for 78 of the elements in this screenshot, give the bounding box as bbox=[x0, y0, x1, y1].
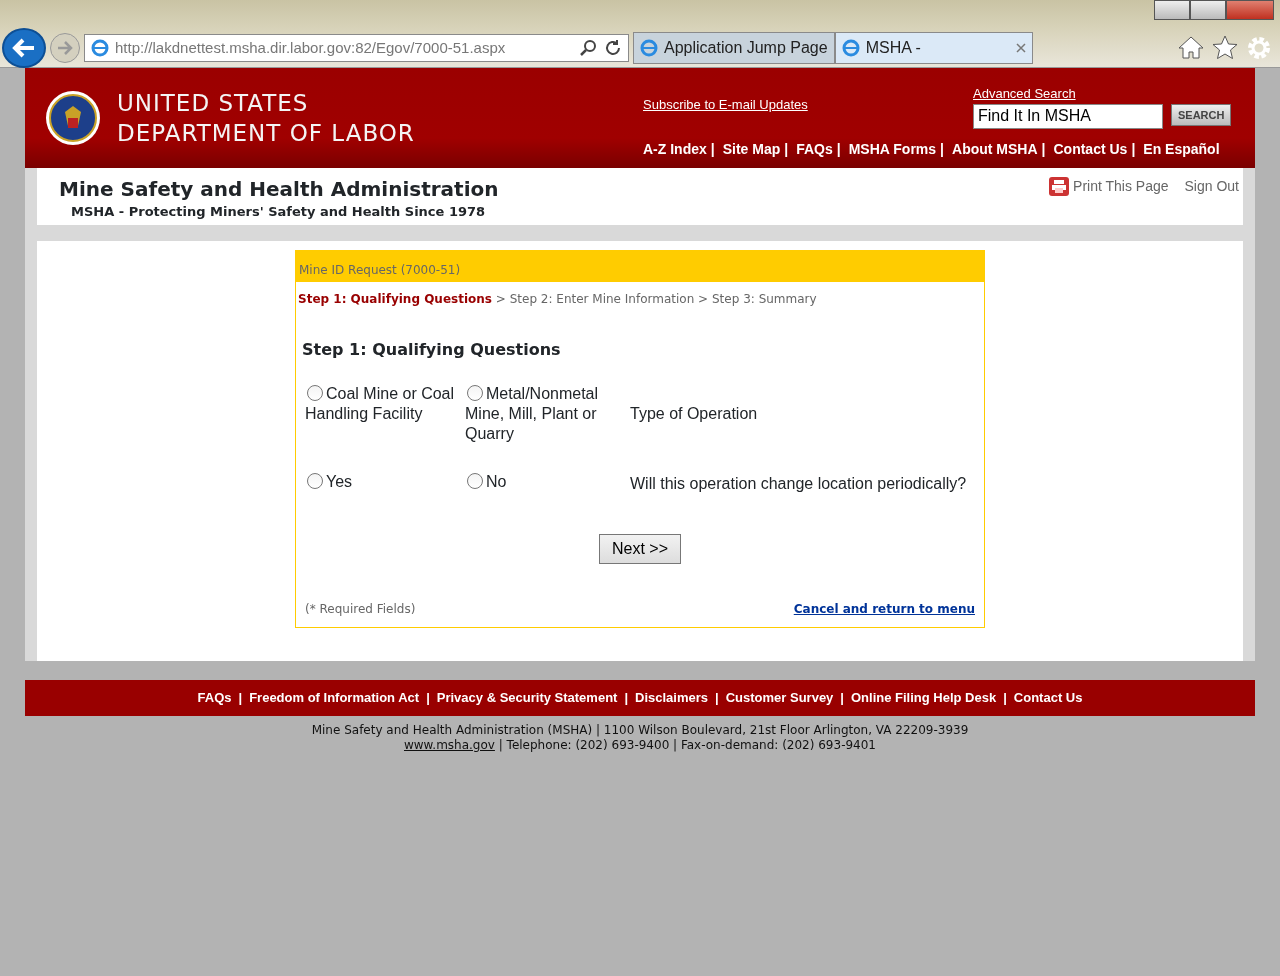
nav-link[interactable]: A-Z Index bbox=[643, 139, 707, 160]
refresh-icon[interactable] bbox=[604, 39, 622, 57]
nav-link[interactable]: Site Map bbox=[722, 139, 781, 160]
subscribe-link[interactable]: Subscribe to E-mail Updates bbox=[643, 97, 808, 112]
footer-link[interactable]: Disclaimers bbox=[635, 688, 709, 708]
nav-link[interactable]: Contact Us bbox=[1053, 139, 1128, 160]
separator: | bbox=[710, 140, 715, 159]
radio-option[interactable]: No bbox=[465, 472, 630, 496]
separator: | bbox=[238, 689, 243, 708]
footer-link[interactable]: FAQs bbox=[197, 688, 232, 708]
browser-logo-icon bbox=[91, 39, 109, 57]
search-field[interactable]: Find It In MSHA bbox=[973, 103, 1163, 129]
separator: | bbox=[426, 689, 430, 708]
close-tab-icon[interactable] bbox=[1015, 43, 1026, 53]
radio-button[interactable] bbox=[307, 473, 323, 489]
address-bar[interactable]: http://lakdnettest.msha.dir.labor.gov:82/Egov/7000-51.aspx bbox=[84, 34, 629, 62]
website-link[interactable]: www.msha.gov bbox=[404, 738, 495, 752]
print-link[interactable]: Print This Page bbox=[1073, 176, 1169, 197]
radio-option[interactable]: Metal/Nonmetal Mine, Mill, Plant or Quarry bbox=[465, 384, 630, 444]
agency-title: Mine Safety and Health Administration bbox=[59, 176, 500, 202]
back-button[interactable] bbox=[2, 28, 46, 68]
footer-link[interactable]: Freedom of Information Act bbox=[249, 688, 420, 708]
step-separator: > bbox=[698, 292, 709, 306]
section-heading: Step 1: Qualifying Questions bbox=[302, 339, 562, 361]
separator: | bbox=[940, 140, 944, 159]
step-separator: > bbox=[495, 292, 506, 306]
cancel-link[interactable]: Cancel and return to menu bbox=[793, 600, 975, 618]
printer-icon[interactable] bbox=[1049, 177, 1070, 196]
search-button[interactable]: SEARCH bbox=[1171, 103, 1232, 126]
browser-tab[interactable]: Application Jump Page bbox=[633, 32, 835, 64]
separator: | bbox=[624, 689, 629, 708]
advanced-search-link[interactable]: Advanced Search bbox=[973, 84, 1232, 104]
radio-option[interactable]: Yes bbox=[305, 472, 465, 496]
next-button[interactable]: Next >> bbox=[599, 534, 681, 564]
separator: | bbox=[784, 140, 789, 159]
step-label: Step 1: Qualifying Questions bbox=[298, 292, 492, 306]
agency-name: UNITED STATES bbox=[117, 89, 310, 118]
close-button[interactable] bbox=[1226, 0, 1274, 20]
address-text: http://lakdnettest.msha.dir.labor.gov:82/Egov/7000-51.aspx bbox=[115, 37, 507, 58]
agency-name: DEPARTMENT OF LABOR bbox=[117, 119, 415, 148]
nav-link[interactable]: About MSHA bbox=[952, 139, 1038, 160]
restore-button[interactable] bbox=[1190, 0, 1226, 20]
separator: | bbox=[1041, 140, 1046, 159]
sign-out-link[interactable]: Sign Out bbox=[1184, 176, 1239, 197]
browser-logo-icon bbox=[841, 39, 860, 57]
separator: | bbox=[840, 689, 844, 708]
footer-link[interactable]: Online Filing Help Desk bbox=[851, 688, 997, 708]
browser-logo-icon bbox=[640, 39, 658, 57]
browser-tab[interactable]: MSHA - bbox=[834, 32, 1033, 64]
search-icon[interactable] bbox=[580, 39, 598, 57]
radio-option[interactable]: Coal Mine or Coal Handling Facility bbox=[305, 384, 465, 444]
question-label: Type of Operation bbox=[630, 404, 759, 424]
footer-link[interactable]: Contact Us bbox=[1013, 688, 1083, 708]
address-text: Mine Safety and Health Administration (MSHA) | 1100 Wilson Boulevard, 21st Floor Arlington, VA 22209-3939 bbox=[310, 723, 970, 738]
separator: | bbox=[1131, 140, 1136, 159]
nav-link[interactable]: En Español bbox=[1143, 139, 1220, 160]
separator: | bbox=[1003, 689, 1007, 708]
required-note: (* Required Fields) bbox=[305, 601, 416, 618]
contact-text: | Telephone: (202) 693-9400 | Fax-on-demand: (202) 693-9401 bbox=[498, 738, 876, 752]
question-label: Will this operation change location periodically? bbox=[630, 474, 968, 494]
step-label: Step 2: Enter Mine Information bbox=[509, 292, 695, 306]
separator: | bbox=[836, 140, 841, 159]
home-icon[interactable] bbox=[1178, 35, 1204, 59]
step-label: Step 3: Summary bbox=[712, 292, 817, 306]
footer-link[interactable]: Customer Survey bbox=[725, 688, 834, 708]
radio-button[interactable] bbox=[307, 385, 323, 401]
form-title: Mine ID Request (7000-51) bbox=[296, 251, 984, 282]
radio-button[interactable] bbox=[467, 473, 483, 489]
nav-link[interactable]: FAQs bbox=[796, 139, 833, 160]
star-icon[interactable] bbox=[1212, 35, 1238, 59]
minimize-button[interactable] bbox=[1154, 0, 1190, 20]
nav-link[interactable]: MSHA Forms bbox=[848, 139, 937, 160]
tagline: MSHA - Protecting Miners' Safety and Health Since 1978 bbox=[71, 203, 487, 221]
back-arrow-icon[interactable] bbox=[12, 37, 36, 59]
separator: | bbox=[715, 689, 719, 708]
footer-link[interactable]: Privacy & Security Statement bbox=[436, 688, 618, 708]
seal-logo[interactable] bbox=[45, 90, 101, 146]
radio-button[interactable] bbox=[467, 385, 483, 401]
